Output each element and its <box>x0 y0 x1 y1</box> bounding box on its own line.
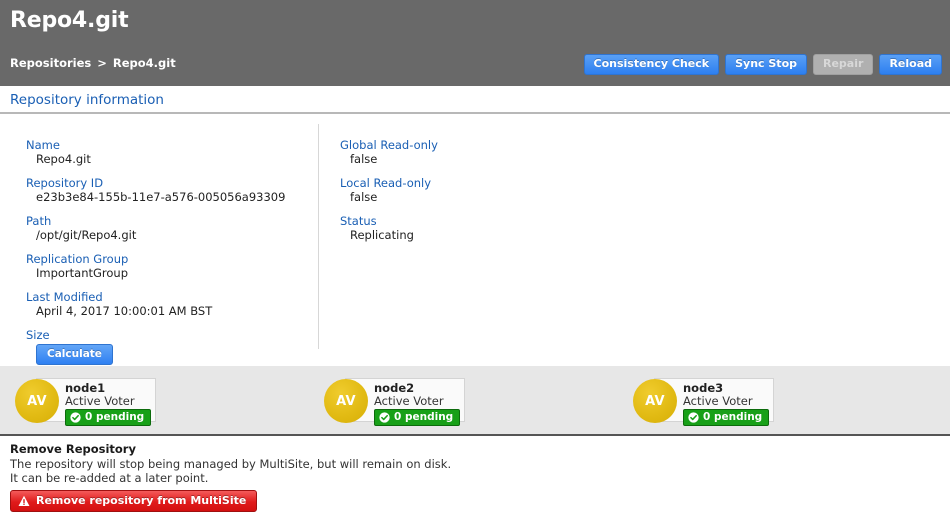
column-divider <box>318 124 319 349</box>
field-name: Name Repo4.git <box>26 138 306 166</box>
field-last-modified: Last Modified April 4, 2017 10:00:01 AM … <box>26 290 306 318</box>
field-global-read-only: Global Read-only false <box>340 138 640 166</box>
field-label: Size <box>26 328 50 342</box>
field-local-read-only: Local Read-only false <box>340 176 640 204</box>
node-card[interactable]: AV node2 Active Voter 0 pending <box>324 378 465 426</box>
header-actions: Consistency Check Sync Stop Repair Reloa… <box>583 54 942 75</box>
field-value: Repo4.git <box>36 152 91 166</box>
field-value: /opt/git/Repo4.git <box>36 228 137 242</box>
page-title: Repo4.git <box>10 8 129 33</box>
field-repository-id: Repository ID e23b3e84-155b-11e7-a576-00… <box>26 176 306 204</box>
repair-button: Repair <box>813 54 874 75</box>
field-label: Name <box>26 138 60 152</box>
remove-repository-description-line1: The repository will stop being managed b… <box>10 457 452 471</box>
breadcrumb-link-repositories[interactable]: Repositories <box>10 56 91 70</box>
field-value: e23b3e84-155b-11e7-a576-005056a93309 <box>36 190 286 204</box>
remove-repository-section: Remove Repository The repository will st… <box>0 434 950 512</box>
field-label: Local Read-only <box>340 176 432 190</box>
field-value: ImportantGroup <box>36 266 129 280</box>
avatar: AV <box>324 379 368 423</box>
field-value: false <box>350 152 378 166</box>
avatar: AV <box>15 379 59 423</box>
consistency-check-button[interactable]: Consistency Check <box>583 54 720 75</box>
sync-stop-button[interactable]: Sync Stop <box>725 54 807 75</box>
field-label: Repository ID <box>26 176 104 190</box>
breadcrumb: Repositories > Repo4.git <box>10 56 176 70</box>
check-circle-icon <box>379 411 390 423</box>
node-role: Active Voter <box>65 394 135 408</box>
breadcrumb-current: Repo4.git <box>112 56 176 70</box>
status-badge: 0 pending <box>683 409 770 426</box>
info-column-right: Global Read-only false Local Read-only f… <box>340 138 640 252</box>
breadcrumb-separator: > <box>97 56 107 70</box>
field-replication-group: Replication Group ImportantGroup <box>26 252 306 280</box>
check-circle-icon <box>688 411 699 423</box>
field-label: Status <box>340 214 377 228</box>
status-badge: 0 pending <box>374 409 461 426</box>
repository-information-heading: Repository information <box>0 86 950 114</box>
field-value: false <box>350 190 378 204</box>
calculate-size-button[interactable]: Calculate <box>36 344 113 365</box>
field-label: Last Modified <box>26 290 103 304</box>
field-status: Status Replicating <box>340 214 640 242</box>
node-body: node3 Active Voter 0 pending <box>683 382 770 426</box>
node-role: Active Voter <box>683 394 753 408</box>
remove-repository-button-label: Remove repository from MultiSite <box>36 494 247 507</box>
field-label: Path <box>26 214 52 228</box>
field-path: Path /opt/git/Repo4.git <box>26 214 306 242</box>
avatar: AV <box>633 379 677 423</box>
status-badge: 0 pending <box>65 409 152 426</box>
field-value: April 4, 2017 10:00:01 AM BST <box>36 304 213 318</box>
node-role: Active Voter <box>374 394 444 408</box>
repository-information-panel: Name Repo4.git Repository ID e23b3e84-15… <box>0 114 950 403</box>
node-card[interactable]: AV node3 Active Voter 0 pending <box>633 378 774 426</box>
field-label: Replication Group <box>26 252 129 266</box>
warning-triangle-icon <box>18 495 30 506</box>
remove-repository-title: Remove Repository <box>10 442 136 456</box>
field-label: Global Read-only <box>340 138 438 152</box>
reload-button[interactable]: Reload <box>879 54 942 75</box>
check-circle-icon <box>70 411 81 423</box>
node-body: node1 Active Voter 0 pending <box>65 382 152 426</box>
pending-label: 0 pending <box>703 411 763 423</box>
remove-repository-button[interactable]: Remove repository from MultiSite <box>10 490 258 512</box>
status-badge: Replicating <box>350 228 414 242</box>
app-header: Repo4.git Repositories > Repo4.git Consist… <box>0 0 950 86</box>
remove-repository-description-line2: It can be re-added at a later point. <box>10 471 209 485</box>
node-card[interactable]: AV node1 Active Voter 0 pending <box>15 378 156 426</box>
node-body: node2 Active Voter 0 pending <box>374 382 461 426</box>
field-size: Size Calculate <box>26 328 306 365</box>
node-strip: AV node1 Active Voter 0 pending AV node2… <box>0 366 950 434</box>
pending-label: 0 pending <box>394 411 454 423</box>
pending-label: 0 pending <box>85 411 145 423</box>
